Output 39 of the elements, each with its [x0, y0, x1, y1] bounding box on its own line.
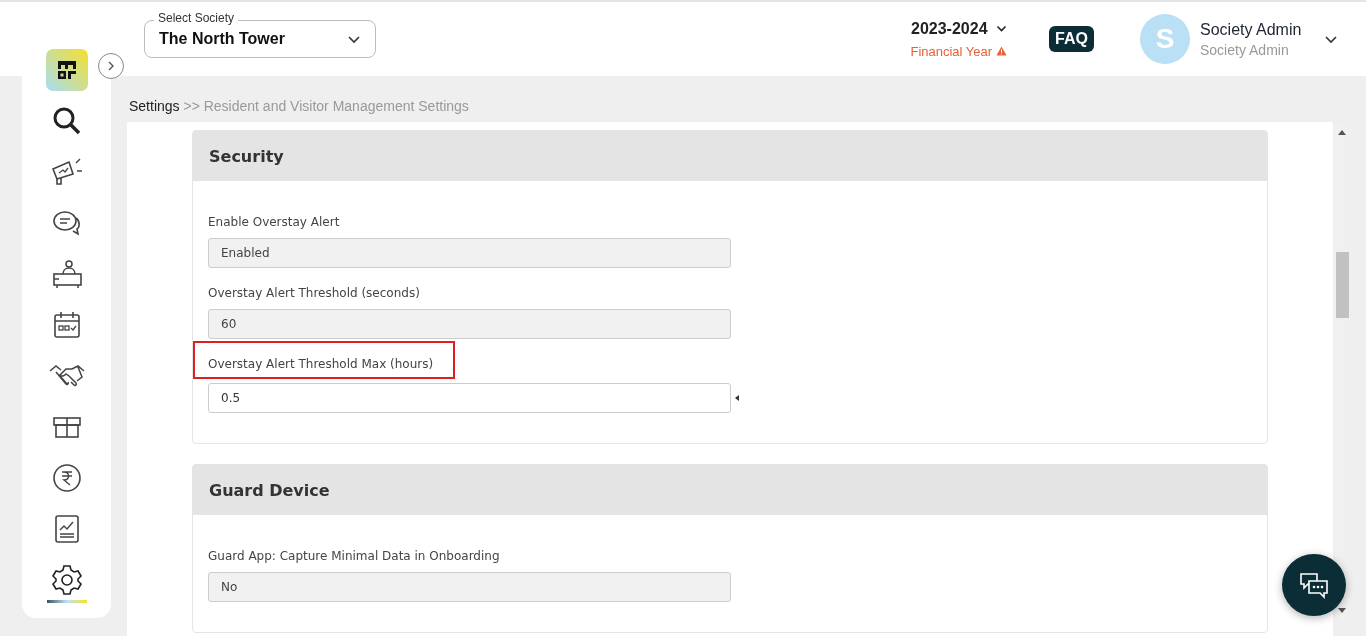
chart-report-icon [53, 513, 80, 544]
financial-year-caption: Financial Year [910, 43, 993, 59]
input-field[interactable]: 0.5 [208, 383, 731, 413]
chevron-down-icon [347, 34, 361, 44]
breadcrumb-current: >> Resident and Visitor Management Settings [183, 98, 469, 114]
chevron-down-icon[interactable] [1324, 34, 1338, 44]
faq-button[interactable]: FAQ [1049, 26, 1094, 52]
settings-icon [50, 563, 83, 596]
handshake-icon [47, 362, 86, 389]
warning-icon [996, 46, 1008, 56]
chevron-down-icon [995, 25, 1007, 32]
chat-icon [1298, 570, 1330, 600]
avatar: S [1140, 14, 1190, 64]
rupee-coin-icon [51, 462, 82, 493]
year-select[interactable]: 2023-2024 [911, 19, 1007, 38]
megaphone-icon [49, 156, 84, 187]
search-icon [51, 105, 82, 136]
caret-left-icon [735, 395, 739, 401]
box-icon [51, 414, 82, 439]
chat-icon [51, 208, 82, 237]
logo-icon [45, 49, 88, 91]
scrollbar-thumb[interactable] [1335, 252, 1349, 318]
field-label: Overstay Alert Threshold (seconds) [208, 286, 420, 300]
calendar-icon [51, 309, 82, 340]
field-label: Enable Overstay Alert [208, 215, 340, 229]
chevron-right-icon [107, 61, 115, 71]
section-title: Guard Device [209, 480, 330, 500]
highlighted-field-label: Overstay Alert Threshold Max (hours) [195, 343, 454, 377]
field-label: Guard App: Capture Minimal Data in Onboarding [208, 549, 500, 563]
scroll-down-icon [1338, 608, 1346, 613]
section-title: Security [209, 146, 284, 166]
user-role: Society Admin [1200, 41, 1290, 58]
expand-sidebar-button[interactable] [98, 53, 124, 79]
society-select[interactable]: Select Society The North Tower [144, 10, 376, 58]
reception-desk-icon [50, 258, 83, 289]
scroll-up-icon [1338, 130, 1346, 135]
user-name: Society Admin [1200, 20, 1303, 39]
breadcrumb-link[interactable]: Settings [129, 98, 180, 114]
society-select-label: Select Society [154, 11, 239, 25]
